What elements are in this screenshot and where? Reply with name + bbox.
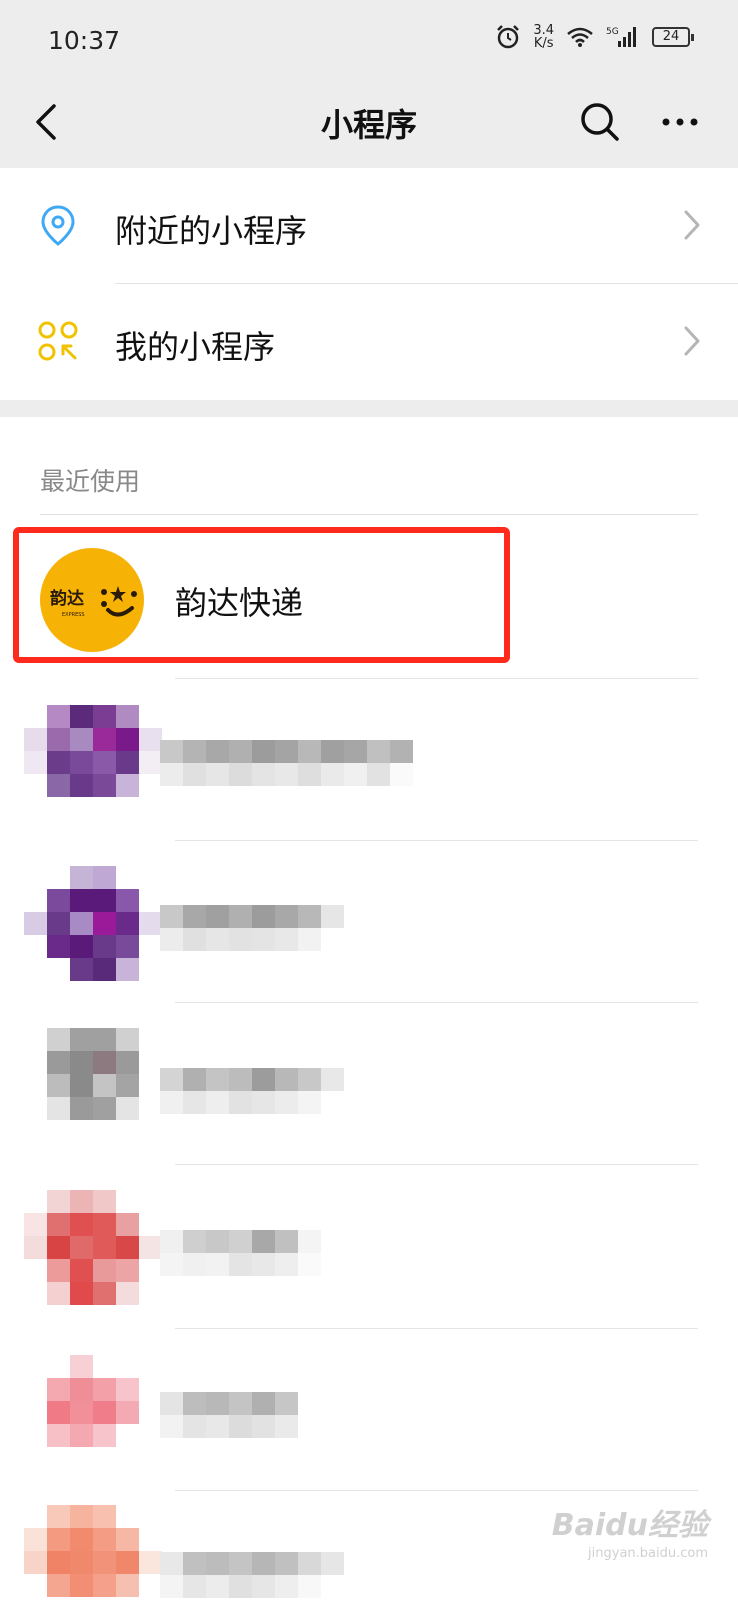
section-header-recent: 最近使用 xyxy=(40,467,141,496)
obscured-text xyxy=(160,1552,413,1598)
divider xyxy=(175,1490,698,1491)
menu-item-label: 附近的小程序 xyxy=(115,212,308,250)
page-title: 小程序 xyxy=(320,106,417,144)
cellular-signal-icon: 5G xyxy=(606,27,636,47)
divider xyxy=(175,1164,698,1165)
network-speed: 3.4 K/s xyxy=(533,24,554,50)
battery-indicator: 24 xyxy=(652,27,694,47)
obscured-avatar xyxy=(24,705,162,820)
menu-item-nearby[interactable]: 附近的小程序 xyxy=(0,168,738,284)
mini-program-grid-icon xyxy=(38,321,78,361)
watermark-url: jingyan.baidu.com xyxy=(588,1546,708,1561)
divider xyxy=(175,1328,698,1329)
chevron-right-icon xyxy=(684,210,700,240)
status-icons: 3.4 K/s 5G 24 xyxy=(495,24,694,50)
obscured-avatar xyxy=(24,1028,162,1143)
obscured-text xyxy=(160,905,413,951)
search-icon[interactable] xyxy=(576,98,624,146)
location-pin-icon xyxy=(41,205,75,246)
signal-label: 5G xyxy=(606,27,619,37)
watermark-logo: Baidu经验 xyxy=(551,1508,708,1543)
divider xyxy=(175,1002,698,1003)
recent-item-name: 韵达快递 xyxy=(175,584,304,622)
obscured-text xyxy=(160,1230,413,1276)
logo-subtext: EXPRESS xyxy=(62,612,85,618)
alarm-icon xyxy=(497,25,520,49)
obscured-avatar xyxy=(24,866,162,981)
logo-text: 韵达 xyxy=(50,588,84,609)
section-separator xyxy=(0,400,738,417)
menu-item-label: 我的小程序 xyxy=(115,328,276,366)
obscured-avatar xyxy=(24,1355,162,1470)
yunda-logo: 韵达 EXPRESS xyxy=(40,548,144,652)
obscured-avatar xyxy=(24,1505,162,1600)
divider xyxy=(175,678,698,679)
more-icon[interactable] xyxy=(656,98,704,146)
menu-item-my-mini-programs[interactable]: 我的小程序 xyxy=(0,284,738,399)
divider xyxy=(175,840,698,841)
status-time: 10:37 xyxy=(48,26,121,55)
nav-bar: 小程序 xyxy=(0,80,738,168)
obscured-text xyxy=(160,1392,413,1438)
wifi-icon xyxy=(567,27,593,47)
chevron-right-icon xyxy=(684,326,700,356)
obscured-avatar xyxy=(24,1190,162,1305)
obscured-text xyxy=(160,1068,413,1114)
obscured-text xyxy=(160,740,413,786)
status-bar: 10:37 3.4 K/s 5G 24 xyxy=(0,0,738,80)
network-speed-unit: K/s xyxy=(533,36,554,51)
yunda-logo-graphic: 韵达 EXPRESS xyxy=(50,586,137,618)
divider xyxy=(40,514,698,515)
mini-program-menu: 附近的小程序 我的小程序 xyxy=(0,168,738,400)
